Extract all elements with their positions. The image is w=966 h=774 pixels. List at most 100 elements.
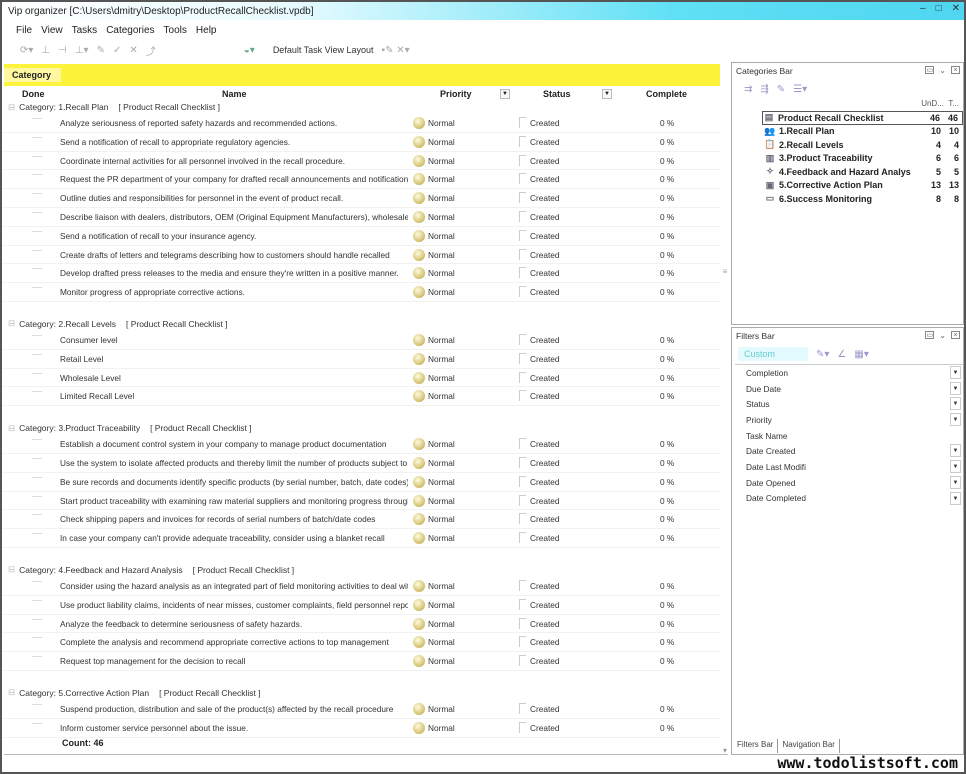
- task-status[interactable]: Created: [530, 231, 560, 241]
- done-checkbox[interactable]: [32, 334, 42, 345]
- column-priority[interactable]: Priority: [440, 89, 472, 99]
- task-name[interactable]: Limited Recall Level: [60, 391, 408, 401]
- link-icon[interactable]: ⤴: [146, 43, 156, 58]
- task-row[interactable]: Analyze the feedback to determine seriou…: [2, 615, 720, 634]
- task-status[interactable]: Created: [530, 637, 560, 647]
- task-row[interactable]: Complete the analysis and recommend appr…: [2, 633, 720, 653]
- add-category-icon[interactable]: ⇉: [744, 84, 752, 95]
- task-status[interactable]: Created: [530, 174, 560, 184]
- task-row[interactable]: Check shipping papers and invoices for r…: [2, 510, 720, 530]
- layout-selector[interactable]: Default Task View Layout: [273, 45, 374, 55]
- task-complete[interactable]: 0 %: [660, 391, 674, 401]
- task-status[interactable]: Created: [530, 335, 560, 345]
- task-status[interactable]: Created: [530, 458, 560, 468]
- chevron-down-icon[interactable]: ▼: [950, 475, 961, 489]
- column-status[interactable]: Status: [543, 89, 571, 99]
- menu-categories[interactable]: Categories: [106, 25, 154, 36]
- task-name[interactable]: Outline duties and responsibilities for …: [60, 193, 408, 203]
- done-checkbox[interactable]: [32, 618, 42, 629]
- task-complete[interactable]: 0 %: [660, 212, 674, 222]
- done-checkbox[interactable]: [32, 174, 42, 184]
- task-complete[interactable]: 0 %: [660, 250, 674, 260]
- task-priority[interactable]: Normal: [428, 268, 455, 278]
- task-status[interactable]: Created: [530, 477, 560, 487]
- chevron-down-icon[interactable]: ▼: [950, 460, 961, 474]
- task-row[interactable]: Coordinate internal activities for all p…: [2, 152, 720, 171]
- more-icon[interactable]: ☰▾: [793, 84, 807, 95]
- task-complete[interactable]: 0 %: [660, 137, 674, 147]
- task-status[interactable]: Created: [530, 723, 560, 733]
- tab-navigation-bar[interactable]: Navigation Bar: [778, 739, 840, 753]
- task-name[interactable]: Check shipping papers and invoices for r…: [60, 514, 408, 524]
- task-priority[interactable]: Normal: [428, 458, 455, 468]
- category-item[interactable]: ▤ Product Recall Checklist 46 46: [762, 111, 963, 125]
- task-complete[interactable]: 0 %: [660, 458, 674, 468]
- task-complete[interactable]: 0 %: [660, 581, 674, 591]
- task-name[interactable]: Create drafts of letters and telegrams d…: [60, 250, 408, 260]
- task-complete[interactable]: 0 %: [660, 533, 674, 543]
- pin-icon[interactable]: ▭: [925, 331, 935, 339]
- task-name[interactable]: Describe liaison with dealers, distribut…: [60, 212, 408, 222]
- task-priority[interactable]: Normal: [428, 354, 455, 364]
- task-row[interactable]: Use the system to isolate affected produ…: [2, 454, 720, 473]
- task-row[interactable]: Develop drafted press releases to the me…: [2, 264, 720, 284]
- task-status[interactable]: Created: [530, 373, 560, 383]
- new-subtask-icon[interactable]: ⊣: [58, 45, 67, 56]
- task-priority[interactable]: Normal: [428, 156, 455, 166]
- done-checkbox[interactable]: [32, 703, 42, 714]
- check-icon[interactable]: ✓: [113, 45, 121, 56]
- filter-row[interactable]: Date Opened ▼: [735, 475, 963, 491]
- task-row[interactable]: Retail Level Normal Created 0 %: [2, 350, 720, 369]
- splitter[interactable]: ≡ ▾: [720, 62, 730, 755]
- task-row[interactable]: Outline duties and responsibilities for …: [2, 189, 720, 208]
- category-item[interactable]: ▭ 6.Success Monitoring 8 8: [764, 192, 963, 206]
- task-name[interactable]: Request the PR department of your compan…: [60, 174, 408, 184]
- delete-icon[interactable]: ✕: [129, 45, 137, 56]
- task-priority[interactable]: Normal: [428, 533, 455, 543]
- task-row[interactable]: Send a notification of recall to appropr…: [2, 133, 720, 152]
- task-status[interactable]: Created: [530, 354, 560, 364]
- maximize-button[interactable]: □: [936, 3, 942, 14]
- task-row[interactable]: Suspend production, distribution and sal…: [2, 700, 720, 719]
- task-priority[interactable]: Normal: [428, 439, 455, 449]
- done-checkbox[interactable]: [32, 495, 42, 506]
- panel-close-icon[interactable]: ×: [951, 331, 960, 339]
- task-complete[interactable]: 0 %: [660, 373, 674, 383]
- task-priority[interactable]: Normal: [428, 477, 455, 487]
- column-undone[interactable]: UnD...: [921, 99, 944, 108]
- group-header[interactable]: ⊟ Category: 1.Recall Plan [ Product Recall…: [2, 100, 720, 114]
- refresh-icon[interactable]: ⟳▾: [20, 45, 33, 56]
- task-complete[interactable]: 0 %: [660, 600, 674, 610]
- task-priority[interactable]: Normal: [428, 637, 455, 647]
- done-checkbox[interactable]: [32, 353, 42, 364]
- filter-row[interactable]: Date Completed ▼: [735, 491, 963, 507]
- task-status[interactable]: Created: [530, 268, 560, 278]
- filter-row[interactable]: Date Created ▼: [735, 443, 963, 459]
- task-row[interactable]: Send a notification of recall to your in…: [2, 227, 720, 246]
- task-row[interactable]: Analyze seriousness of reported safety h…: [2, 114, 720, 133]
- task-row[interactable]: Start product traceability with examinin…: [2, 492, 720, 511]
- task-name[interactable]: Establish a document control system in y…: [60, 439, 408, 449]
- task-row[interactable]: Limited Recall Level Normal Created 0 %: [2, 387, 720, 407]
- task-status[interactable]: Created: [530, 439, 560, 449]
- done-checkbox[interactable]: [32, 514, 42, 524]
- column-done[interactable]: Done: [22, 89, 45, 99]
- collapse-icon[interactable]: ⊟: [8, 564, 15, 575]
- done-checkbox[interactable]: [32, 476, 42, 487]
- group-header[interactable]: ⊟ Category: 3.Product Traceability [ Produ…: [2, 421, 720, 435]
- category-item[interactable]: 📋 2.Recall Levels 4 4: [764, 138, 963, 152]
- tab-filters-bar[interactable]: Filters Bar: [733, 739, 779, 753]
- close-button[interactable]: ✕: [952, 3, 960, 14]
- task-status[interactable]: Created: [530, 391, 560, 401]
- task-complete[interactable]: 0 %: [660, 174, 674, 184]
- task-priority[interactable]: Normal: [428, 373, 455, 383]
- done-checkbox[interactable]: [32, 287, 42, 297]
- task-complete[interactable]: 0 %: [660, 439, 674, 449]
- task-row[interactable]: Wholesale Level Normal Created 0 %: [2, 369, 720, 388]
- collapse-icon[interactable]: ⊟: [8, 102, 15, 113]
- menu-help[interactable]: Help: [196, 25, 217, 36]
- task-status[interactable]: Created: [530, 656, 560, 666]
- task-priority[interactable]: Normal: [428, 174, 455, 184]
- filter-row[interactable]: Task Name: [735, 428, 963, 444]
- task-priority[interactable]: Normal: [428, 496, 455, 506]
